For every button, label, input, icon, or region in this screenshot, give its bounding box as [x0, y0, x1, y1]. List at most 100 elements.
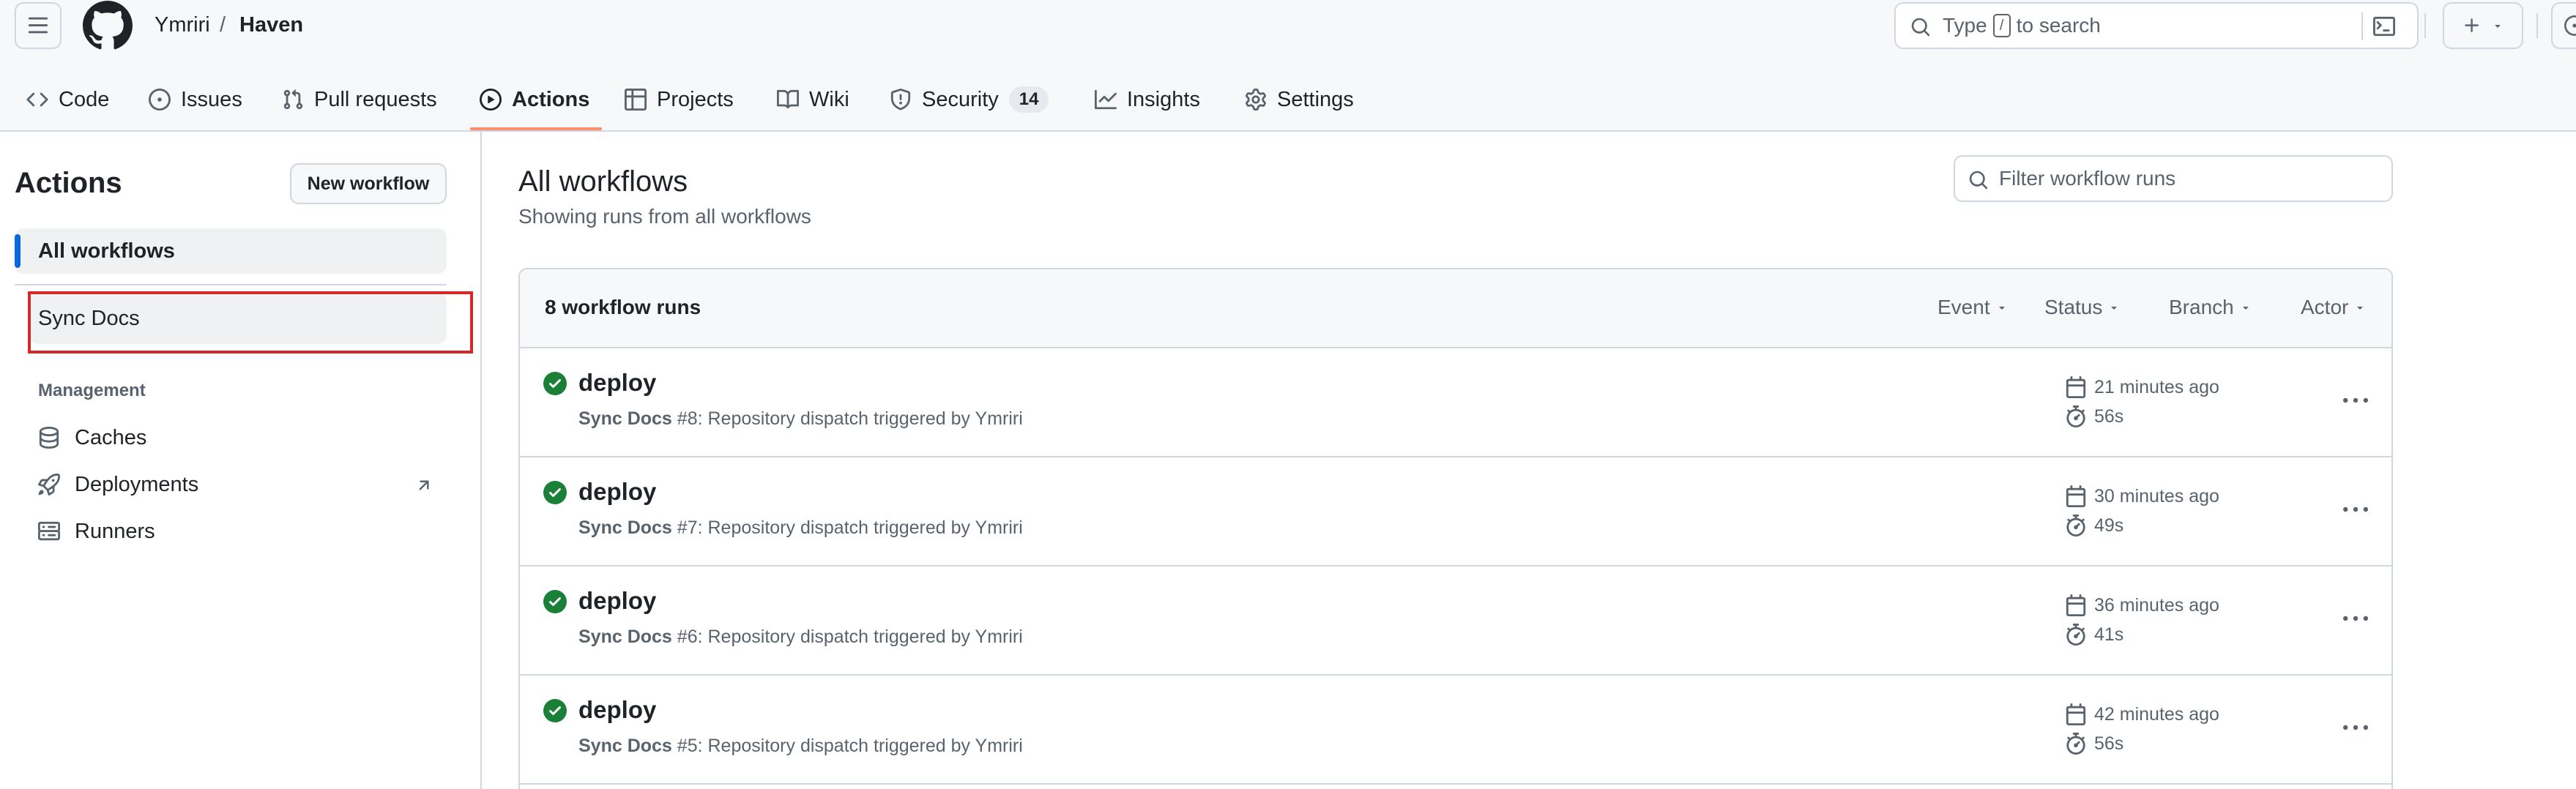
search-icon — [1969, 171, 1988, 190]
tab-settings[interactable]: Settings — [1245, 81, 1354, 119]
runs-list-header: 8 workflow runs Event Status Branch Acto… — [520, 269, 2391, 348]
sidebar-item-label: All workflows — [38, 239, 175, 263]
command-palette-icon[interactable] — [2373, 15, 2395, 37]
tab-security-label: Security — [922, 87, 999, 111]
breadcrumb-owner[interactable]: Ymriri — [155, 12, 210, 38]
filter-workflow-runs[interactable] — [1954, 155, 2393, 202]
run-title-link[interactable]: deploy — [578, 369, 656, 397]
actor-filter-dropdown[interactable]: Actor — [2301, 296, 2366, 319]
run-title-link[interactable]: deploy — [578, 696, 656, 724]
stopwatch-icon — [2066, 515, 2085, 536]
run-description: : Repository dispatch triggered by Ymrir… — [697, 627, 1023, 647]
check-circle-fill-icon — [543, 699, 567, 722]
page-subtitle: Showing runs from all workflows — [518, 205, 811, 228]
breadcrumb-repo[interactable]: Haven — [239, 12, 303, 38]
tab-wiki-label: Wiki — [809, 87, 849, 111]
sidebar-item-deployments[interactable]: Deployments — [38, 467, 198, 502]
tab-actions[interactable]: Actions — [480, 81, 589, 119]
new-workflow-button[interactable]: New workflow — [290, 163, 447, 204]
management-heading: Management — [38, 381, 146, 400]
run-timestamp: 21 minutes ago — [2065, 376, 2219, 398]
tab-insights[interactable]: Insights — [1095, 81, 1200, 119]
github-logo-icon[interactable] — [83, 1, 133, 51]
run-number: #5 — [677, 736, 698, 756]
table-row[interactable]: deploy Sync Docs #7: Repository dispatch… — [520, 457, 2391, 566]
issue-circle-icon — [2564, 15, 2576, 36]
run-options-button[interactable] — [2337, 714, 2374, 743]
sidebar-item-runners[interactable]: Runners — [38, 514, 155, 549]
gear-icon — [1246, 89, 1266, 111]
graph-icon — [1095, 89, 1117, 110]
kebab-horizontal-icon — [2343, 725, 2368, 730]
caret-down-icon — [2357, 307, 2364, 310]
table-row[interactable]: deploy Sync Docs #5: Repository dispatch… — [520, 676, 2391, 785]
header-divider-2 — [2536, 13, 2538, 38]
tab-insights-label: Insights — [1127, 87, 1200, 111]
status-filter-dropdown[interactable]: Status — [2044, 296, 2120, 319]
branch-filter-dropdown[interactable]: Branch — [2169, 296, 2252, 319]
sidebar-divider — [15, 284, 447, 285]
breadcrumb-separator: / — [220, 13, 226, 37]
run-duration: 49s — [2065, 515, 2123, 536]
search-divider — [2361, 12, 2363, 40]
run-title-link[interactable]: deploy — [578, 587, 656, 615]
issues-shortcut-button[interactable] — [2551, 2, 2576, 49]
run-number: #8 — [677, 408, 698, 429]
stopwatch-icon — [2066, 733, 2085, 755]
tab-projects-label: Projects — [657, 87, 734, 111]
tab-pull-requests[interactable]: Pull requests — [282, 81, 437, 119]
run-meta: Sync Docs #6: Repository dispatch trigge… — [578, 627, 1023, 648]
run-duration: 56s — [2065, 733, 2123, 755]
run-workflow-name: Sync Docs — [578, 517, 672, 538]
run-description: : Repository dispatch triggered by Ymrir… — [697, 736, 1023, 756]
run-workflow-name: Sync Docs — [578, 736, 672, 756]
kebab-horizontal-icon — [2343, 506, 2368, 512]
runs-count: 8 workflow runs — [545, 296, 701, 318]
tab-code-label: Code — [59, 87, 110, 111]
sidebar-item-label: Runners — [75, 519, 155, 543]
tab-settings-label: Settings — [1277, 87, 1354, 111]
security-count-badge: 14 — [1008, 86, 1049, 113]
actions-sidebar: Actions New workflow All workflows Sync … — [0, 132, 482, 789]
tab-wiki[interactable]: Wiki — [777, 81, 849, 119]
run-duration-text: 56s — [2094, 405, 2124, 427]
page-title: All workflows — [518, 165, 688, 198]
issue-opened-icon — [149, 89, 171, 111]
run-duration-text: 56s — [2094, 733, 2124, 754]
run-options-button[interactable] — [2337, 605, 2374, 634]
global-search[interactable]: Type / to search — [1894, 2, 2419, 49]
arrow-up-right-icon — [419, 480, 429, 490]
table-row[interactable]: deploy Sync Docs #8: Repository dispatch… — [520, 348, 2391, 457]
status-filter-label: Status — [2044, 296, 2103, 318]
run-workflow-name: Sync Docs — [578, 408, 672, 429]
run-options-button[interactable] — [2337, 386, 2374, 416]
tab-issues[interactable]: Issues — [149, 81, 242, 119]
create-new-button[interactable] — [2443, 2, 2523, 49]
stopwatch-icon — [2066, 624, 2085, 646]
search-placeholder: Type / to search — [1943, 14, 2101, 37]
run-meta: Sync Docs #8: Repository dispatch trigge… — [578, 408, 1023, 430]
run-number: #7 — [677, 517, 698, 538]
run-options-button[interactable] — [2337, 496, 2374, 525]
sidebar-item-all-workflows[interactable]: All workflows — [15, 228, 447, 274]
run-time-text: 21 minutes ago — [2094, 376, 2219, 397]
table-row[interactable]: deploy Sync Docs #6: Repository dispatch… — [520, 566, 2391, 676]
server-icon — [38, 521, 60, 541]
caret-down-icon — [2243, 307, 2249, 310]
run-timestamp: 42 minutes ago — [2065, 703, 2219, 725]
search-suffix: to search — [2016, 14, 2101, 37]
run-number: #6 — [677, 627, 698, 647]
tab-code[interactable]: Code — [26, 81, 109, 119]
run-title-link[interactable]: deploy — [578, 478, 656, 506]
rocket-icon — [38, 474, 60, 496]
sidebar-item-caches[interactable]: Caches — [38, 420, 146, 455]
menu-button[interactable] — [15, 2, 62, 49]
tab-projects[interactable]: Projects — [625, 81, 734, 119]
event-filter-dropdown[interactable]: Event — [1937, 296, 2008, 319]
active-tab-indicator — [470, 127, 602, 130]
search-icon — [1911, 18, 1930, 37]
run-time-text: 42 minutes ago — [2094, 703, 2219, 725]
run-duration: 56s — [2065, 405, 2123, 427]
tab-security[interactable]: Security 14 — [890, 81, 1049, 119]
filter-input[interactable] — [1999, 162, 2380, 195]
